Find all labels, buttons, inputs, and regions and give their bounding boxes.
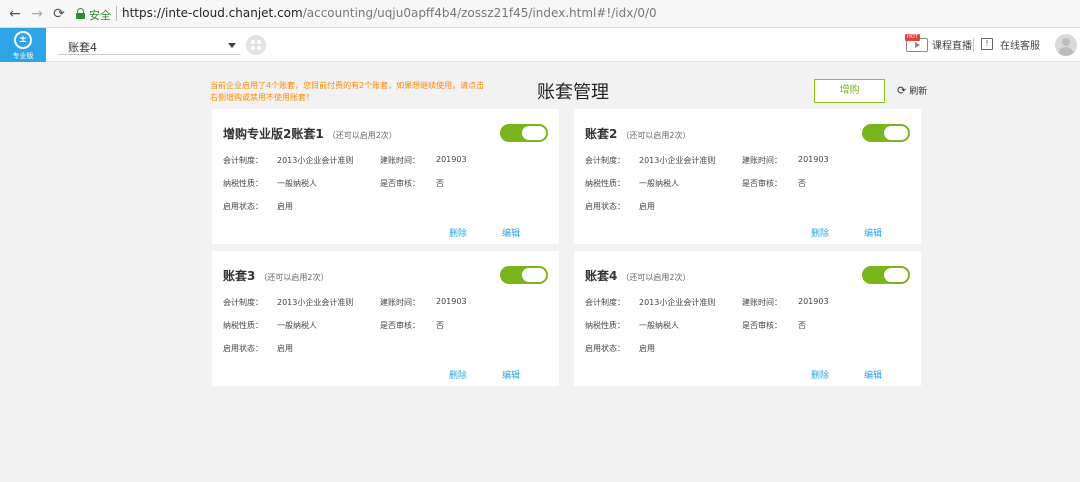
caret-down-icon — [228, 43, 236, 48]
audit-value: 否 — [798, 179, 806, 188]
product-logo[interactable]: ± 专业版 — [0, 28, 46, 62]
online-service-link[interactable]: 在线客服 — [1000, 37, 1040, 52]
system-label: 会计制度： — [223, 298, 263, 307]
account-set-card: 账套3 （还可以启用2次） 会计制度： 2013小企业会计准则 建账时间： 201… — [212, 251, 559, 386]
refresh-label: 刷新 — [909, 87, 928, 97]
account-set-card: 账套4 （还可以启用2次） 会计制度： 2013小企业会计准则 建账时间： 201… — [574, 251, 921, 386]
card-note: （还可以启用2次） — [621, 131, 691, 140]
tax-value: 一般纳税人 — [639, 321, 679, 330]
tax-label: 纳税性质： — [585, 321, 625, 330]
app-header: ± 专业版 账套4 HOT 课程直播 ! 在线客服 — [0, 28, 1080, 62]
url-path: /accounting/uqju0apff4b4/zossz21f45/inde… — [302, 6, 657, 20]
reload-icon[interactable]: ⟳ — [50, 5, 68, 23]
status-label: 启用状态： — [223, 344, 263, 353]
card-title: 账套2 — [585, 127, 618, 141]
account-set-card: 账套2 （还可以启用2次） 会计制度： 2013小企业会计准则 建账时间： 201… — [574, 109, 921, 244]
enable-toggle[interactable] — [862, 266, 910, 284]
service-icon[interactable]: ! — [981, 38, 993, 50]
status-value: 启用 — [277, 344, 293, 353]
hot-badge: HOT — [905, 34, 920, 41]
audit-value: 否 — [436, 321, 444, 330]
date-value: 201903 — [436, 297, 467, 306]
delete-link[interactable]: 删除 — [811, 226, 829, 239]
system-value: 2013小企业会计准则 — [639, 298, 716, 307]
tax-value: 一般纳税人 — [277, 321, 317, 330]
tax-label: 纳税性质： — [585, 179, 625, 188]
account-set-card: 增购专业版2账套1 （还可以启用2次） 会计制度： 2013小企业会计准则 建账时… — [212, 109, 559, 244]
address-divider — [116, 6, 117, 21]
account-set-select[interactable]: 账套4 — [58, 35, 240, 55]
audit-value: 否 — [798, 321, 806, 330]
logo-text: 专业版 — [12, 52, 34, 60]
account-set-value: 账套4 — [68, 41, 97, 54]
license-notice: 当前企业启用了4个账套，您目前付费的有2个账套，如果想继续使用，请点击右侧增购或… — [210, 81, 485, 102]
edit-link[interactable]: 编辑 — [502, 226, 520, 239]
system-value: 2013小企业会计准则 — [639, 156, 716, 165]
header-divider — [973, 38, 974, 52]
card-title: 增购专业版2账套1 — [223, 127, 324, 141]
audit-label: 是否审核： — [742, 321, 782, 330]
enable-toggle[interactable] — [862, 124, 910, 142]
tax-label: 纳税性质： — [223, 179, 263, 188]
card-note: （还可以启用2次） — [327, 131, 397, 140]
delete-link[interactable]: 删除 — [449, 226, 467, 239]
date-value: 201903 — [798, 155, 829, 164]
date-label: 建账时间： — [380, 298, 420, 307]
refresh-button[interactable]: ⟳ 刷新 — [897, 84, 927, 97]
audit-label: 是否审核： — [380, 321, 420, 330]
buy-more-button[interactable]: 增购 — [814, 79, 885, 103]
grid-icon[interactable] — [246, 35, 266, 55]
audit-label: 是否审核： — [742, 179, 782, 188]
delete-link[interactable]: 删除 — [449, 368, 467, 381]
status-value: 启用 — [639, 344, 655, 353]
status-value: 启用 — [277, 202, 293, 211]
date-value: 201903 — [798, 297, 829, 306]
tax-label: 纳税性质： — [223, 321, 263, 330]
card-note: （还可以启用2次） — [259, 273, 329, 282]
edit-link[interactable]: 编辑 — [864, 368, 882, 381]
address-bar[interactable]: 安全 https://inte-cloud.chanjet.com/accoun… — [70, 4, 1074, 24]
audit-label: 是否审核： — [380, 179, 420, 188]
secure-label: 安全 — [89, 9, 111, 22]
card-title: 账套3 — [223, 269, 256, 283]
status-label: 启用状态： — [585, 202, 625, 211]
status-label: 启用状态： — [223, 202, 263, 211]
logo-icon: ± — [14, 31, 32, 49]
date-label: 建账时间： — [742, 298, 782, 307]
lock-icon — [76, 8, 85, 19]
edit-link[interactable]: 编辑 — [864, 226, 882, 239]
forward-arrow-icon[interactable]: → — [28, 5, 46, 23]
browser-toolbar: ← → ⟳ 安全 https://inte-cloud.chanjet.com/… — [0, 0, 1080, 28]
tax-value: 一般纳税人 — [639, 179, 679, 188]
card-note: （还可以启用2次） — [621, 273, 691, 282]
system-value: 2013小企业会计准则 — [277, 156, 354, 165]
status-value: 启用 — [639, 202, 655, 211]
avatar[interactable] — [1055, 34, 1077, 56]
system-label: 会计制度： — [223, 156, 263, 165]
delete-link[interactable]: 删除 — [811, 368, 829, 381]
tax-value: 一般纳税人 — [277, 179, 317, 188]
enable-toggle[interactable] — [500, 266, 548, 284]
url-text[interactable]: https://inte-cloud.chanjet.com/accountin… — [122, 6, 657, 20]
status-label: 启用状态： — [585, 344, 625, 353]
date-label: 建账时间： — [742, 156, 782, 165]
url-host: https://inte-cloud.chanjet.com — [122, 6, 303, 20]
date-label: 建账时间： — [380, 156, 420, 165]
edit-link[interactable]: 编辑 — [502, 368, 520, 381]
audit-value: 否 — [436, 179, 444, 188]
system-label: 会计制度： — [585, 156, 625, 165]
enable-toggle[interactable] — [500, 124, 548, 142]
system-value: 2013小企业会计准则 — [277, 298, 354, 307]
date-value: 201903 — [436, 155, 467, 164]
back-arrow-icon[interactable]: ← — [6, 5, 24, 23]
refresh-icon: ⟳ — [897, 84, 907, 97]
page-title: 账套管理 — [537, 82, 609, 103]
card-title: 账套4 — [585, 269, 618, 283]
live-course-link[interactable]: 课程直播 — [932, 37, 972, 52]
system-label: 会计制度： — [585, 298, 625, 307]
